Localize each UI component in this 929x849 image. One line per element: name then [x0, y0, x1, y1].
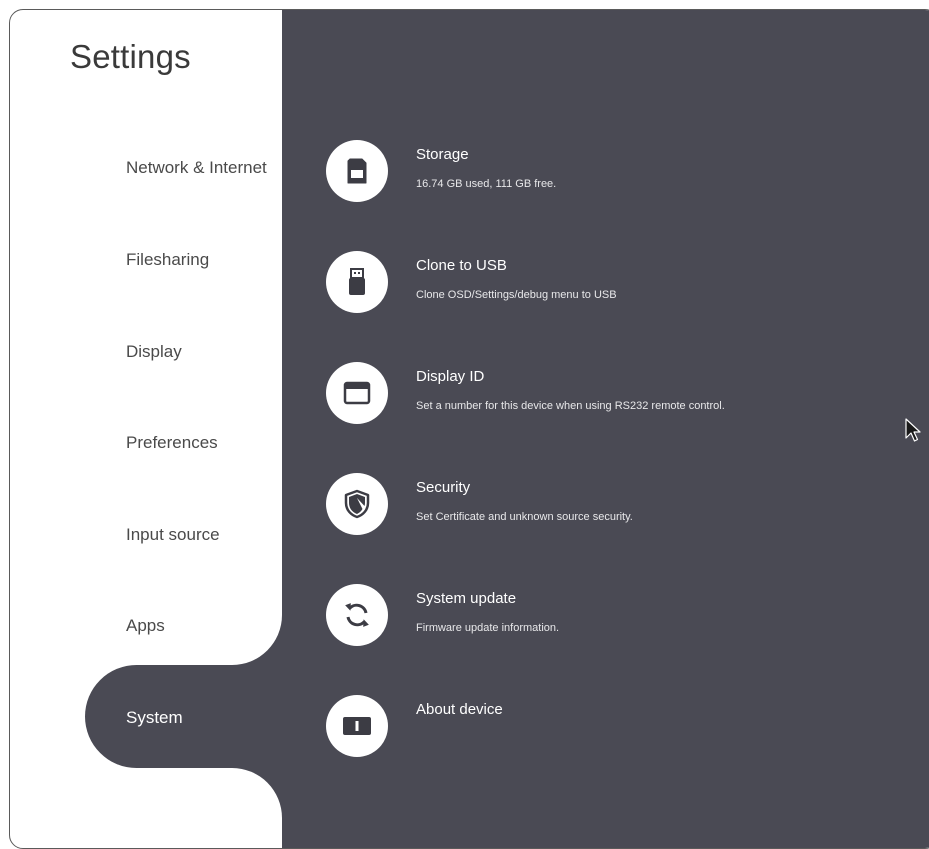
sync-icon — [326, 584, 388, 646]
usb-drive-icon — [326, 251, 388, 313]
setting-subtitle: 16.74 GB used, 111 GB free. — [416, 178, 557, 190]
shield-icon — [326, 473, 388, 535]
setting-row-storage[interactable]: Storage 16.74 GB used, 111 GB free. — [326, 140, 926, 220]
sidebar-item-system[interactable]: System — [126, 708, 183, 728]
device-info-icon — [326, 695, 388, 757]
setting-subtitle: Firmware update information. — [416, 622, 560, 634]
setting-subtitle: Set a number for this device when using … — [416, 400, 725, 412]
setting-row-clone-to-usb[interactable]: Clone to USB Clone OSD/Settings/debug me… — [326, 251, 926, 331]
setting-title: About device — [416, 701, 503, 718]
sidebar-item-display[interactable]: Display — [126, 342, 182, 362]
setting-title: Storage — [416, 146, 469, 163]
setting-subtitle: Set Certificate and unknown source secur… — [416, 511, 633, 523]
sidebar-item-apps[interactable]: Apps — [126, 616, 165, 636]
setting-row-display-id[interactable]: Display ID Set a number for this device … — [326, 362, 926, 442]
sd-card-icon — [326, 140, 388, 202]
setting-title: Security — [416, 479, 471, 496]
sidebar-item-network-internet[interactable]: Network & Internet — [126, 158, 267, 178]
setting-title: System update — [416, 590, 517, 607]
setting-title: Display ID — [416, 368, 485, 385]
setting-row-about-device[interactable]: About device — [326, 695, 926, 775]
setting-row-system-update[interactable]: System update Firmware update informatio… — [326, 584, 926, 664]
setting-title: Clone to USB — [416, 257, 507, 274]
mouse-pointer-icon — [905, 418, 923, 449]
page-title: Settings — [70, 38, 191, 75]
display-window-icon — [326, 362, 388, 424]
sidebar-item-input-source[interactable]: Input source — [126, 525, 220, 545]
sidebar-item-filesharing[interactable]: Filesharing — [126, 250, 209, 270]
settings-window: Settings Network & Internet Filesharing … — [9, 9, 929, 849]
nav-selected-curve-top — [232, 615, 282, 665]
setting-subtitle: Clone OSD/Settings/debug menu to USB — [416, 289, 617, 301]
sidebar-item-preferences[interactable]: Preferences — [126, 433, 218, 453]
setting-row-security[interactable]: Security Set Certificate and unknown sou… — [326, 473, 926, 553]
nav-selected-highlight — [85, 665, 295, 768]
nav-selected-curve-bottom — [232, 768, 282, 818]
